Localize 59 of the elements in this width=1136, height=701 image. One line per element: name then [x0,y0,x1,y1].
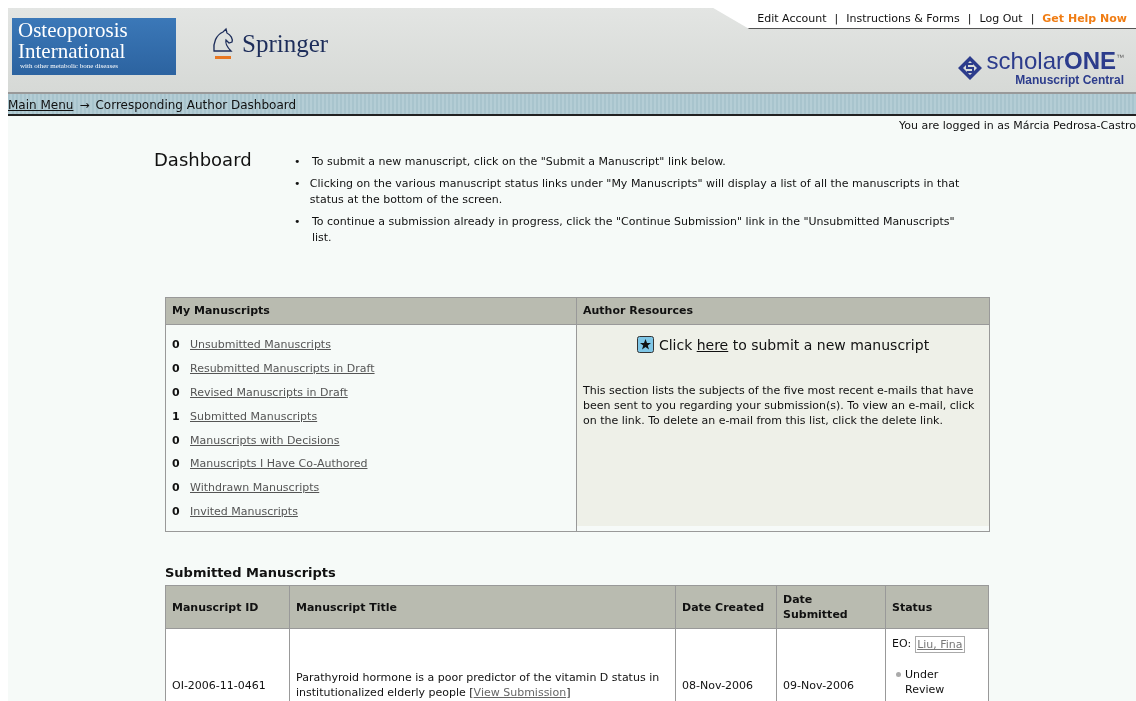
manuscript-count: 0 [172,504,180,518]
brand-name: scholarONE$^{™}$ [986,49,1124,73]
bullet-icon [896,672,901,678]
table-cell: OI-2006-11-0461 [165,628,290,701]
submit-text: Click here to submit a new manuscript [658,336,930,353]
submit-link[interactable]: here [696,336,729,353]
link-separator: | [966,11,973,25]
manuscript-count: 0 [172,386,180,399]
brand-product: Manuscript Central [1015,73,1124,87]
breadcrumb-arrow: → [79,98,90,112]
column-header: Date Created [675,585,777,629]
manuscript-status-link[interactable]: Invited Manuscripts [190,504,298,518]
manuscript-status-link[interactable]: Unsubmitted Manuscripts [190,338,331,352]
login-status: You are logged in as Márcia Pedrosa-Castro [898,118,1136,134]
manuscript-status-link[interactable]: Submitted Manuscripts [190,409,318,423]
panel-header: Author Resources [577,298,989,325]
breadcrumb-current: Corresponding Author Dashboard [95,98,297,112]
manuscript-status-link[interactable]: Manuscripts with Decisions [190,433,340,447]
instruction-text: To continue a submission already in progress, click the "Continue Submission" link in the "Unsubmitted Manuscripts" list. [311,214,956,246]
manuscript-count: 0 [172,338,180,352]
editor-link[interactable]: Liu, Fina [915,636,965,654]
section-title: Submitted Manuscripts [165,565,337,581]
instruction-text: To submit a new manuscript, click on the "Submit a Manuscript" link below. [312,154,726,170]
bullet: • [294,154,302,170]
manuscript-count: 0 [172,457,180,471]
top-link[interactable]: Log Out [975,11,1027,25]
table-cell: 08-Nov-2006 [675,628,777,701]
link-separator: | [833,11,840,25]
manuscript-status-link[interactable]: Resubmitted Manuscripts in Draft [190,362,375,376]
instruction-text: Clicking on the various manuscript status links under "My Manuscripts" will display a list of all the manuscripts in that status at the bottom of the screen. [309,176,961,208]
star-icon[interactable] [636,336,654,353]
resources-note: This section lists the subjects of the five most recent e-mails that have been sent to you regarding your submission(s). To view an e-mail, click on the link. To delete an e-mail from this list, click the delete link. [583,383,976,428]
diamond-logo-icon [956,55,983,81]
manuscript-title: Parathyroid hormone is a poor predictor of the vitamin D status in institutionalized elderly people [View Submission] [296,671,660,700]
manuscript-count: 1 [172,409,180,423]
bullet: • [294,214,302,230]
bullet: • [294,176,302,192]
editor-label: EO: [892,636,912,653]
view-submission-link[interactable]: View Submission [473,686,567,700]
top-link[interactable]: Edit Account [753,11,831,25]
column-header: Status [885,585,989,629]
horse-head-icon [210,27,236,61]
manuscript-status-link[interactable]: Withdrawn Manuscripts [190,481,320,495]
manuscript-count: 0 [172,362,180,376]
table-cell: 09-Nov-2006 [776,628,886,701]
page-title: Dashboard [154,149,253,172]
breadcrumb-link[interactable]: Main Menu [8,98,74,112]
manuscript-count: 0 [172,433,180,447]
column-header: Manuscript Title [289,585,676,629]
manuscript-count: 0 [172,481,180,495]
manuscript-status-link[interactable]: Manuscripts I Have Co-Authored [190,457,368,471]
link-separator: | [1029,11,1036,25]
column-header: Manuscript ID [165,585,290,629]
manuscript-status-link[interactable]: Revised Manuscripts in Draft [190,386,348,399]
status-text: Under Review [905,667,946,698]
column-header: Date Submitted [776,585,886,629]
publisher-name: Springer [242,30,329,58]
panel-header: My Manuscripts [166,298,576,325]
top-link[interactable]: Instructions & Forms [842,11,964,25]
